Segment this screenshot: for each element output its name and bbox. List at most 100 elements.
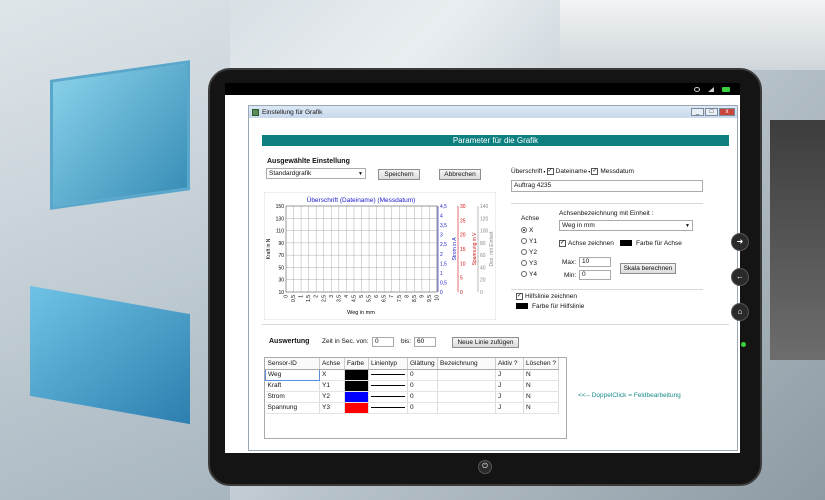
table-cell[interactable]: Y2 bbox=[319, 391, 345, 403]
chevron-down-icon: ▼ bbox=[358, 170, 363, 177]
table-row[interactable]: Strom Y2 0 J N bbox=[265, 391, 559, 403]
color-swatch-cell[interactable] bbox=[344, 369, 369, 381]
x-tick-label: 3,5 bbox=[336, 295, 342, 302]
table-cell[interactable] bbox=[437, 402, 496, 414]
table-cell[interactable]: Spannung bbox=[265, 402, 320, 414]
sensor-table: Sensor-ID Achse Farbe Linientyp Glättung Beze… bbox=[265, 358, 559, 414]
scale-button[interactable]: Skala berechnen bbox=[620, 263, 676, 274]
table-cell[interactable] bbox=[368, 402, 408, 414]
table-cell[interactable]: X bbox=[319, 369, 345, 381]
settings-window: Einstellung für Grafik _ □ x Parameter f… bbox=[248, 105, 738, 451]
table-cell[interactable] bbox=[368, 380, 408, 392]
radio-icon[interactable] bbox=[521, 227, 527, 234]
helpline-checkbox[interactable]: ✓ bbox=[516, 293, 523, 300]
axis-color-swatch[interactable] bbox=[620, 240, 632, 247]
table-cell[interactable]: Strom bbox=[265, 391, 320, 403]
x-tick-label: 1 bbox=[299, 295, 305, 298]
helpline-color-option[interactable]: Farbe für Hilfslinie bbox=[516, 303, 584, 310]
table-cell[interactable] bbox=[368, 391, 408, 403]
setting-select[interactable]: Standardgrafik ▼ bbox=[266, 168, 366, 179]
cancel-button[interactable]: Abbrechen bbox=[439, 169, 481, 180]
min-input[interactable]: 0 bbox=[579, 270, 611, 280]
table-row[interactable]: Weg X 0 J N bbox=[265, 368, 559, 381]
radio-icon[interactable] bbox=[521, 260, 527, 267]
radio-icon[interactable] bbox=[521, 238, 527, 245]
axis-radio-y2[interactable]: Y2 bbox=[521, 247, 537, 258]
home-icon[interactable]: ⌂ bbox=[731, 303, 749, 321]
helpline-color-label: Farbe für Hilfslinie bbox=[532, 303, 585, 310]
axis-desc-select[interactable]: Weg in mm ▼ bbox=[559, 220, 693, 231]
axis-radio-y3[interactable]: Y3 bbox=[521, 258, 537, 269]
time-to-input[interactable]: 60 bbox=[414, 337, 436, 347]
table-cell[interactable]: 0 bbox=[407, 380, 438, 392]
table-cell[interactable]: J bbox=[495, 402, 524, 414]
dateiname-checkbox[interactable]: ✓ bbox=[546, 168, 554, 175]
table-header-cell[interactable]: Glättung bbox=[407, 358, 438, 370]
add-line-button[interactable]: Neue Linie zufügen bbox=[452, 337, 519, 348]
minimize-button[interactable]: _ bbox=[691, 108, 704, 116]
table-cell[interactable] bbox=[437, 391, 496, 403]
color-swatch-cell[interactable] bbox=[344, 391, 369, 403]
signal-icon bbox=[708, 86, 714, 92]
close-button[interactable]: x bbox=[719, 108, 735, 116]
axis-radio-x[interactable]: X bbox=[521, 225, 537, 236]
messdatum-checkbox[interactable]: ✓ bbox=[591, 168, 599, 175]
table-row[interactable]: Kraft Y1 0 J N bbox=[265, 380, 559, 392]
x-tick-label: 0,5 bbox=[291, 295, 297, 302]
y-tick-label: 130 bbox=[276, 216, 285, 222]
table-row[interactable]: Spannung Y3 0 J N bbox=[265, 402, 559, 414]
table-header-cell[interactable]: Achse bbox=[319, 358, 345, 370]
table-header-cell[interactable]: Farbe bbox=[344, 358, 369, 370]
table-cell[interactable]: J bbox=[495, 380, 524, 392]
table-header-cell[interactable]: Sensor-ID bbox=[265, 358, 320, 370]
save-button[interactable]: Speichern bbox=[378, 169, 420, 180]
table-cell[interactable]: Y1 bbox=[319, 380, 345, 392]
maximize-button[interactable]: □ bbox=[705, 108, 718, 116]
y-tick-label: 0 bbox=[440, 290, 443, 296]
y-axis-label: Kraft in N bbox=[266, 238, 272, 259]
x-tick-label: 1,5 bbox=[306, 295, 312, 302]
table-cell[interactable]: Kraft bbox=[265, 380, 320, 392]
forward-icon[interactable]: ➜ bbox=[731, 233, 749, 251]
table-cell[interactable]: 0 bbox=[407, 369, 438, 381]
table-cell[interactable]: Y3 bbox=[319, 402, 345, 414]
axis-radio-y1[interactable]: Y1 bbox=[521, 236, 537, 247]
status-led bbox=[741, 342, 746, 347]
color-swatch-cell[interactable] bbox=[344, 380, 369, 392]
back-icon[interactable]: ← bbox=[731, 268, 749, 286]
table-cell[interactable]: N bbox=[523, 380, 559, 392]
helpline-color-swatch[interactable] bbox=[516, 303, 528, 310]
y-tick-label: 3 bbox=[440, 233, 443, 239]
table-cell[interactable] bbox=[437, 380, 496, 392]
y-tick-label: 20 bbox=[480, 278, 486, 284]
radio-icon[interactable] bbox=[521, 249, 527, 256]
max-label: Max: bbox=[562, 259, 577, 266]
table-cell[interactable]: J bbox=[495, 391, 524, 403]
table-cell[interactable]: N bbox=[523, 391, 559, 403]
table-header-cell[interactable]: Linientyp bbox=[368, 358, 408, 370]
table-header-cell[interactable]: Löschen ? bbox=[523, 358, 559, 370]
tablet-frame: Einstellung für Grafik _ □ x Parameter f… bbox=[208, 68, 762, 486]
table-cell[interactable]: N bbox=[523, 402, 559, 414]
table-header-cell[interactable]: Bezeichnung bbox=[437, 358, 496, 370]
table-cell[interactable]: J bbox=[495, 369, 524, 381]
axis-color-option[interactable]: Farbe für Achse bbox=[620, 240, 682, 247]
table-cell[interactable]: 0 bbox=[407, 402, 438, 414]
time-from-input[interactable]: 0 bbox=[372, 337, 394, 347]
power-icon[interactable]: ⏻ bbox=[478, 460, 492, 474]
table-cell[interactable]: 0 bbox=[407, 391, 438, 403]
table-header-cell[interactable]: Aktiv ? bbox=[495, 358, 524, 370]
table-cell[interactable]: N bbox=[523, 369, 559, 381]
axis-radio-y4[interactable]: Y4 bbox=[521, 269, 537, 280]
title-input[interactable]: Auftrag 4235 bbox=[511, 180, 703, 192]
radio-icon[interactable] bbox=[521, 271, 527, 278]
table-cell[interactable] bbox=[368, 369, 408, 381]
color-swatch-cell[interactable] bbox=[344, 402, 369, 414]
x-tick-label: 2 bbox=[314, 295, 320, 298]
table-cell[interactable] bbox=[437, 369, 496, 381]
table-cell[interactable]: Weg bbox=[265, 368, 320, 381]
axis-draw-checkbox[interactable]: ✓ bbox=[559, 240, 566, 247]
axis-radio-label: Y3 bbox=[529, 260, 537, 267]
x-tick-label: 9 bbox=[419, 295, 425, 298]
max-input[interactable]: 10 bbox=[579, 257, 611, 267]
